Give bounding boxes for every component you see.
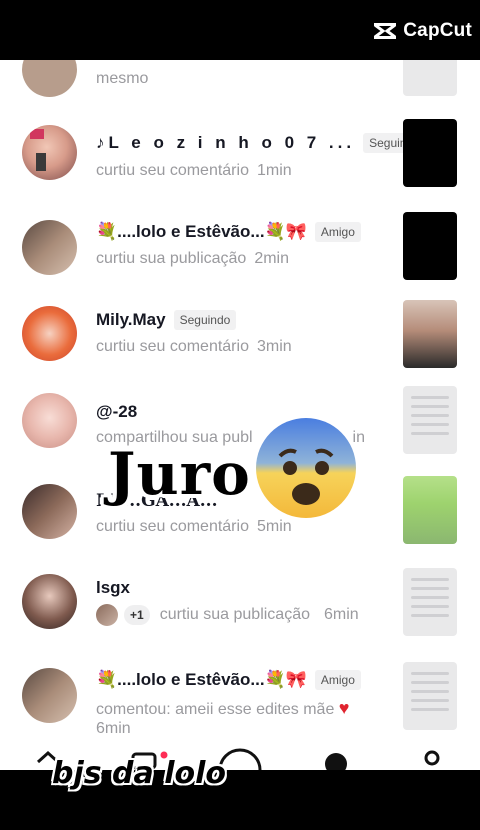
capcut-brand-text: CapCut	[403, 20, 472, 41]
username[interactable]: @-28	[96, 402, 137, 422]
username[interactable]: ♪L e o z i n h o 0 7 ...	[96, 133, 355, 153]
action-text: curtiu sua publicação	[96, 250, 247, 267]
action-text: curtiu seu comentário	[96, 518, 249, 535]
username[interactable]: Mily.May	[96, 310, 166, 330]
heart-icon: ♥	[338, 698, 350, 718]
notification-header: Mily.May Seguindo	[96, 310, 237, 330]
username[interactable]: 💐....lolo e Estêvão...💐🎀	[96, 222, 307, 242]
avatar[interactable]	[22, 484, 77, 539]
avatar[interactable]	[22, 574, 77, 629]
avatar[interactable]	[22, 60, 77, 97]
notification-action: curtiu sua publicação 2min	[96, 250, 289, 268]
status-badge: Amigo	[314, 222, 361, 242]
post-thumbnail[interactable]	[403, 60, 457, 96]
timestamp: 5min	[256, 518, 292, 535]
capcut-watermark: CapCut	[373, 18, 472, 44]
timestamp: 6min	[96, 720, 131, 737]
additional-users-badge: +1	[124, 605, 150, 625]
notification-action: curtiu seu comentário 1min	[96, 162, 292, 180]
avatar[interactable]	[22, 306, 77, 361]
top-black-bar: CapCut	[0, 0, 480, 60]
notification-time: 6min	[96, 720, 131, 738]
notification-header: lsgx	[96, 578, 130, 598]
post-thumbnail[interactable]	[403, 212, 457, 280]
notification-row[interactable]: 💐....lolo e Estêvão...💐🎀 Amigo curtiu su…	[0, 210, 480, 300]
notification-action: curtiu seu comentário 5min	[96, 518, 292, 536]
username[interactable]: lsgx	[96, 578, 130, 598]
post-thumbnail[interactable]	[403, 568, 457, 636]
action-text: curtiu seu comentário	[96, 162, 249, 179]
post-thumbnail[interactable]	[403, 300, 457, 368]
notification-row[interactable]: 💐....lolo e Estêvão...💐🎀 Amigo comentou:…	[0, 658, 480, 748]
notification-row[interactable]: ♪L e o z i n h o 0 7 ... Seguindo curtiu…	[0, 119, 480, 210]
status-badge: Seguindo	[173, 310, 237, 330]
timestamp: 1min	[256, 162, 292, 179]
notification-header: 💐....lolo e Estêvão...💐🎀 Amigo	[96, 670, 361, 690]
overlay-caption: Juro	[108, 440, 251, 508]
notifications-screen: mesmo ♪L e o z i n h o 0 7 ... Seguindo …	[0, 60, 480, 770]
profile-icon[interactable]	[422, 750, 442, 770]
anxious-face-icon	[254, 416, 358, 520]
notification-action-partial: mesmo	[96, 70, 149, 87]
mini-avatar	[96, 604, 118, 626]
notification-action: comentou: ameii esse edites mãe ♥	[96, 698, 349, 719]
timestamp: 6min	[324, 606, 359, 623]
watermark-text: bjs da lolo	[52, 756, 227, 791]
avatar[interactable]	[22, 220, 77, 275]
capcut-logo-icon	[373, 21, 397, 41]
post-thumbnail[interactable]	[403, 476, 457, 544]
avatar[interactable]	[22, 125, 77, 180]
action-text: curtiu sua publicação	[159, 606, 310, 623]
notification-header: @-28	[96, 402, 137, 422]
notification-row[interactable]: lsgx +1 curtiu sua publicação 6min	[0, 566, 480, 656]
post-thumbnail[interactable]	[403, 386, 457, 454]
notification-row-partial[interactable]: mesmo	[0, 60, 480, 110]
notification-action: curtiu seu comentário 3min	[96, 338, 292, 356]
avatar[interactable]	[22, 393, 77, 448]
timestamp: 3min	[256, 338, 292, 355]
post-thumbnail[interactable]	[403, 119, 457, 187]
post-thumbnail[interactable]	[403, 662, 457, 730]
action-text: comentou: ameii esse edites mãe	[96, 701, 335, 718]
avatar[interactable]	[22, 668, 77, 723]
username[interactable]: 💐....lolo e Estêvão...💐🎀	[96, 670, 307, 690]
inbox-icon[interactable]	[324, 752, 348, 770]
timestamp: 2min	[254, 250, 289, 267]
notification-header: ♪L e o z i n h o 0 7 ... Seguindo	[96, 133, 426, 153]
notification-row[interactable]: Mily.May Seguindo curtiu seu comentário 3…	[0, 298, 480, 388]
multi-user-indicator[interactable]: +1 curtiu sua publicação 6min	[96, 604, 359, 626]
status-badge: Amigo	[314, 670, 361, 690]
notification-header: 💐....lolo e Estêvão...💐🎀 Amigo	[96, 222, 361, 242]
action-text: curtiu seu comentário	[96, 338, 249, 355]
